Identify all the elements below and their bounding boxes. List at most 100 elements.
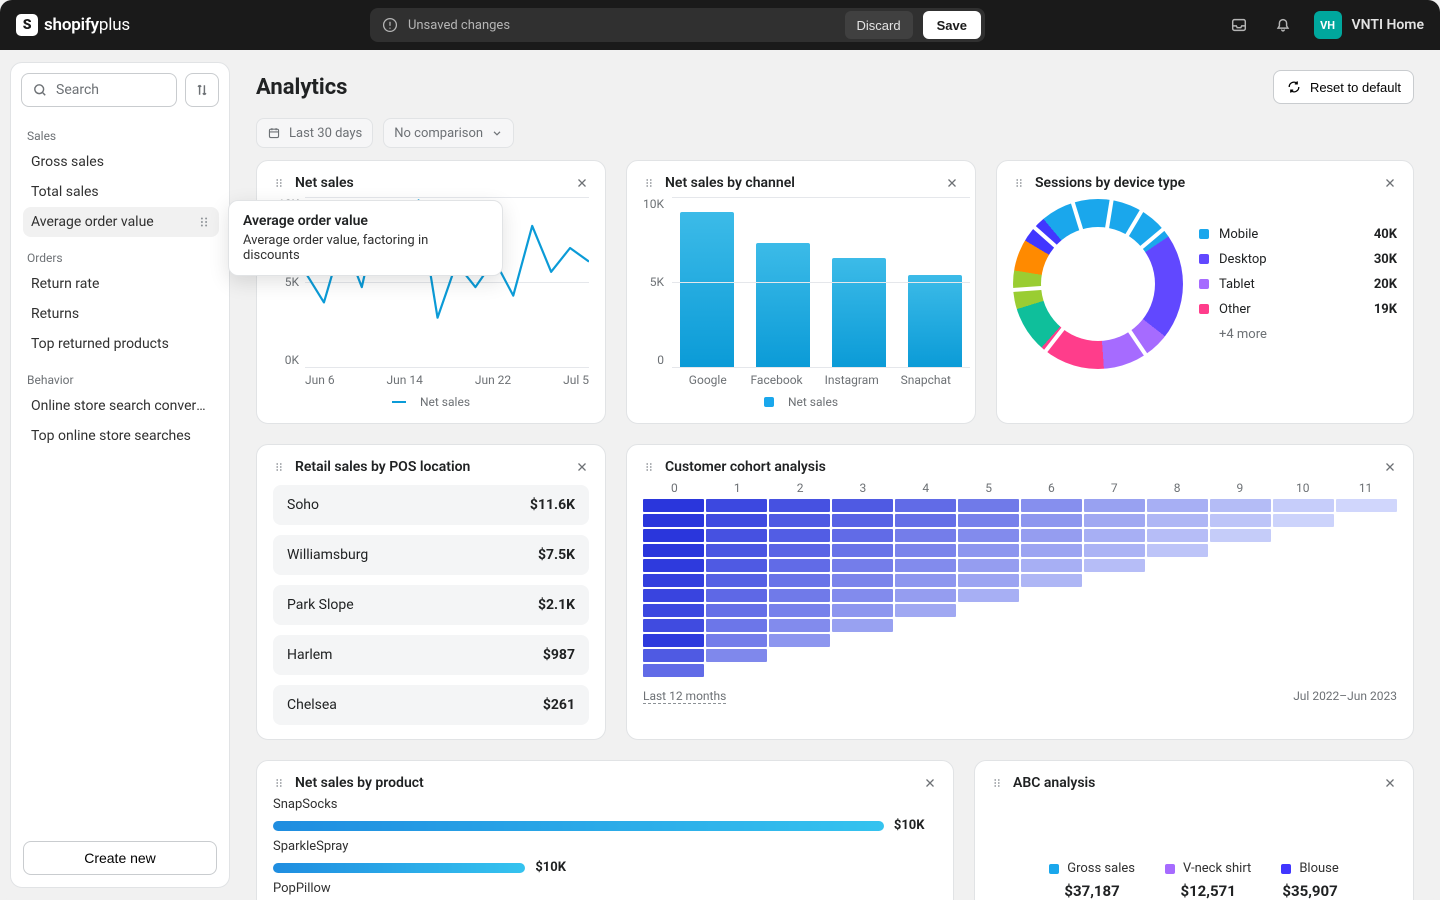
sidebar-item-search-conversion[interactable]: Online store search conversion ov… xyxy=(23,391,219,421)
legend-label: Other xyxy=(1219,302,1364,317)
product-name: SparkleSpray xyxy=(273,839,937,854)
cohort-column-label: 8 xyxy=(1146,481,1209,495)
drag-handle-icon[interactable] xyxy=(273,177,285,189)
pos-row[interactable]: Chelsea$261 xyxy=(273,685,589,725)
cohort-cell xyxy=(1336,529,1397,542)
cohort-cell xyxy=(958,529,1019,542)
cohort-cell xyxy=(1210,649,1271,662)
drag-handle-icon[interactable] xyxy=(1013,177,1025,189)
cohort-cell xyxy=(1210,619,1271,632)
card-close-button[interactable] xyxy=(1383,776,1397,790)
comparison-filter[interactable]: No comparison xyxy=(383,118,514,148)
cohort-cell xyxy=(1210,529,1271,542)
cohort-cell xyxy=(895,529,956,542)
sidebar-item-total-sales[interactable]: Total sales xyxy=(23,177,219,207)
inbox-icon[interactable] xyxy=(1226,12,1252,38)
close-icon xyxy=(1383,776,1397,790)
y-tick: 10K xyxy=(643,197,664,211)
cohort-cell xyxy=(643,529,704,542)
cohort-cell xyxy=(1021,604,1082,617)
card-close-button[interactable] xyxy=(575,176,589,190)
legend-value: 40K xyxy=(1374,227,1397,242)
card-net-sales-by-channel: Net sales by channel 10K 5K 0 xyxy=(626,160,976,424)
cohort-cell xyxy=(1336,544,1397,557)
legend-more[interactable]: +4 more xyxy=(1219,327,1397,342)
close-icon xyxy=(575,176,589,190)
legend-item: Mobile40K xyxy=(1199,227,1397,242)
cohort-cell xyxy=(1210,544,1271,557)
cohort-cell xyxy=(895,559,956,572)
card-close-button[interactable] xyxy=(945,176,959,190)
cohort-cell xyxy=(1210,574,1271,587)
reset-to-default-button[interactable]: Reset to default xyxy=(1273,70,1414,104)
close-icon xyxy=(923,776,937,790)
create-new-button[interactable]: Create new xyxy=(23,841,217,875)
cohort-cell xyxy=(769,499,830,512)
store-switcher[interactable]: VH VNTI Home xyxy=(1314,11,1424,39)
cohort-column-label: 9 xyxy=(1208,481,1271,495)
legend-value: 20K xyxy=(1374,277,1397,292)
cohort-cell xyxy=(706,634,767,647)
cohort-cell xyxy=(832,619,893,632)
card-close-button[interactable] xyxy=(923,776,937,790)
bar xyxy=(908,275,962,367)
page-title: Analytics xyxy=(256,75,347,100)
drag-handle-icon[interactable] xyxy=(197,215,211,229)
cohort-cell xyxy=(706,664,767,677)
sidebar-item-average-order-value[interactable]: Average order value xyxy=(23,207,219,237)
color-swatch xyxy=(1199,229,1209,239)
topbar: S shopifyplus Unsaved changes Discard Sa… xyxy=(0,0,1440,50)
sort-button[interactable] xyxy=(185,73,219,107)
cohort-cell xyxy=(643,649,704,662)
x-tick: Instagram xyxy=(825,373,879,387)
card-title: Retail sales by POS location xyxy=(295,459,470,475)
sidebar-item-gross-sales[interactable]: Gross sales xyxy=(23,147,219,177)
y-tick: 5K xyxy=(285,275,299,289)
cohort-cell xyxy=(895,634,956,647)
pos-row[interactable]: Williamsburg$7.5K xyxy=(273,535,589,575)
context-bar: Unsaved changes Discard Save xyxy=(370,8,985,42)
store-name: VNTI Home xyxy=(1352,17,1424,33)
date-range-filter[interactable]: Last 30 days xyxy=(256,118,373,148)
search-input[interactable]: Search xyxy=(21,73,177,107)
refresh-icon xyxy=(1286,79,1302,95)
cohort-cell xyxy=(769,634,830,647)
card-close-button[interactable] xyxy=(1383,460,1397,474)
pos-row[interactable]: Soho$11.6K xyxy=(273,485,589,525)
y-tick: 0K xyxy=(285,353,299,367)
cohort-cell xyxy=(1147,529,1208,542)
x-tick: Facebook xyxy=(751,373,803,387)
cohort-column-label: 3 xyxy=(831,481,894,495)
drag-handle-icon[interactable] xyxy=(991,777,1003,789)
card-cohort-analysis: Customer cohort analysis 01234567891011 … xyxy=(626,444,1414,740)
legend-item: Tablet20K xyxy=(1199,277,1397,292)
cohort-cell xyxy=(1084,544,1145,557)
cohort-column-label: 7 xyxy=(1083,481,1146,495)
card-close-button[interactable] xyxy=(1383,176,1397,190)
cohort-cell xyxy=(706,604,767,617)
sidebar-item-top-searches[interactable]: Top online store searches xyxy=(23,421,219,451)
card-close-button[interactable] xyxy=(575,460,589,474)
pos-row[interactable]: Harlem$987 xyxy=(273,635,589,675)
cohort-cell xyxy=(1021,634,1082,647)
cohort-cell xyxy=(895,649,956,662)
sidebar-item-returns[interactable]: Returns xyxy=(23,299,219,329)
sidebar-item-top-returned-products[interactable]: Top returned products xyxy=(23,329,219,359)
drag-handle-icon[interactable] xyxy=(643,177,655,189)
drag-handle-icon[interactable] xyxy=(273,461,285,473)
cohort-cell xyxy=(706,649,767,662)
pos-row[interactable]: Park Slope$2.1K xyxy=(273,585,589,625)
drag-handle-icon[interactable] xyxy=(643,461,655,473)
cohort-cell xyxy=(1147,559,1208,572)
cohort-cell xyxy=(895,574,956,587)
drag-handle-icon[interactable] xyxy=(273,777,285,789)
color-swatch xyxy=(1199,279,1209,289)
save-button[interactable]: Save xyxy=(923,11,981,39)
x-tick: Google xyxy=(687,373,729,387)
bell-icon[interactable] xyxy=(1270,12,1296,38)
card-title: Net sales xyxy=(295,175,354,191)
cohort-cell xyxy=(1084,664,1145,677)
product-value: $10K xyxy=(535,860,566,875)
discard-button[interactable]: Discard xyxy=(845,11,913,39)
sidebar-item-return-rate[interactable]: Return rate xyxy=(23,269,219,299)
